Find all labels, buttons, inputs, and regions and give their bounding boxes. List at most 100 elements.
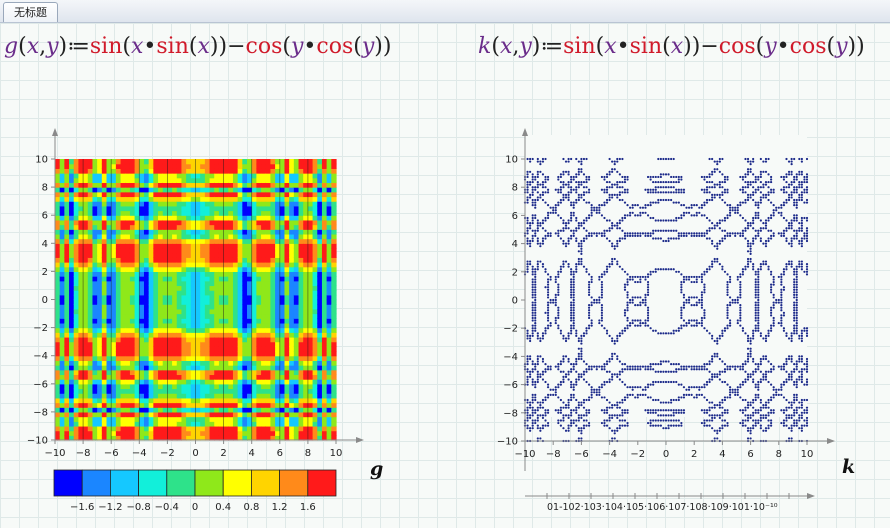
heatmap-cell <box>223 280 229 287</box>
heatmap-cell <box>326 388 332 394</box>
heatmap-cell <box>181 365 187 371</box>
heatmap-cell <box>176 304 183 310</box>
contour-dot <box>572 311 575 314</box>
contour-dot <box>613 257 616 261</box>
heatmap-cell <box>167 168 173 174</box>
contour-plot-k[interactable]: −10 −8 −6 −4 −2 0 2 4 6 8 101086420−2−4−6−8−1001-1… <box>470 105 870 515</box>
heatmap-cell <box>111 341 117 347</box>
heatmap-cell <box>92 201 98 207</box>
heatmap-cell <box>312 196 318 202</box>
contour-dot <box>539 375 542 379</box>
contour-dot <box>631 211 634 214</box>
heatmap-cell <box>101 397 108 404</box>
heatmap-cell <box>139 365 145 371</box>
contour-plot-g[interactable]: −10 −8 −6 −4 −2 0 2 4 6 8 101086420−2−4−6−8−10 −1.… <box>0 105 420 515</box>
heatmap-cell <box>251 416 257 422</box>
heatmap-cell <box>214 425 220 432</box>
heatmap-cell <box>101 411 108 418</box>
heatmap-cell <box>270 411 276 418</box>
heatmap-cell <box>55 360 61 366</box>
heatmap-cell <box>251 191 257 198</box>
heatmap-cell <box>284 369 290 376</box>
heatmap-cell <box>307 351 314 357</box>
heatmap-cell <box>200 360 206 366</box>
contour-dot <box>554 206 557 209</box>
heatmap-cell <box>298 397 304 404</box>
heatmap-cell <box>120 355 126 361</box>
contour-dot <box>536 268 539 271</box>
contour-dot <box>598 391 601 394</box>
contour-dot <box>529 157 532 161</box>
heatmap-cell <box>298 421 304 427</box>
contour-dot <box>629 234 632 238</box>
heatmap-cell <box>223 430 229 436</box>
contour-dot <box>526 221 529 225</box>
heatmap-cell <box>237 351 243 357</box>
y-tick-label: 4 <box>42 239 48 250</box>
contour-dot <box>526 260 529 263</box>
heatmap-cell <box>176 351 183 357</box>
heatmap-cell <box>186 224 192 230</box>
contour-dot <box>531 332 534 335</box>
document-tab[interactable]: 无标题 <box>3 2 58 22</box>
heatmap-cell <box>204 280 211 287</box>
heatmap-cell <box>176 369 183 376</box>
contour-dot <box>572 273 575 276</box>
heatmap-cell <box>265 294 272 301</box>
contour-dot <box>623 327 627 330</box>
heatmap-cell <box>64 308 70 315</box>
heatmap-cell <box>251 304 257 310</box>
heatmap-cell <box>143 313 150 319</box>
heatmap-cell <box>92 173 98 179</box>
heatmap-cell <box>59 163 65 169</box>
heatmap-cell <box>158 355 164 361</box>
heatmap-cell <box>172 201 178 207</box>
heatmap-cell <box>289 294 295 301</box>
heatmap-cell <box>115 238 122 244</box>
contour-dot <box>567 191 570 194</box>
heatmap-cell <box>153 243 159 249</box>
heatmap-cell <box>289 233 295 240</box>
heatmap-cell <box>321 416 328 422</box>
heatmap-cell <box>176 416 183 422</box>
contour-dot <box>626 421 629 425</box>
heatmap-cell <box>92 313 98 319</box>
heatmap-cell <box>129 163 136 169</box>
heatmap-cell <box>204 233 211 240</box>
heatmap-cell <box>331 388 337 394</box>
heatmap-cell <box>129 215 136 221</box>
contour-dot <box>562 196 565 199</box>
heatmap-cell <box>73 416 80 422</box>
heatmap-cell <box>55 182 61 188</box>
heatmap-cell <box>237 304 243 310</box>
heatmap-cell <box>331 177 337 184</box>
heatmap-cell <box>64 229 70 235</box>
heatmap-cell <box>261 215 267 221</box>
heatmap-cell <box>167 238 173 244</box>
heatmap-cell <box>307 388 314 394</box>
heatmap-cell <box>158 224 164 230</box>
heatmap-cell <box>111 397 117 404</box>
heatmap-cell <box>293 196 300 202</box>
heatmap-cell <box>284 210 290 216</box>
heatmap-cell <box>92 430 98 436</box>
contour-dot <box>575 329 578 332</box>
formula-g[interactable]: g(x,y)≔sin(x•sin(x))−cos(y•cos(y)) <box>4 34 391 59</box>
contour-dot <box>557 175 560 179</box>
heatmap-cell <box>265 187 272 193</box>
contour-dot <box>534 186 537 189</box>
heatmap-cell <box>186 177 192 184</box>
heatmap-cell <box>317 233 323 240</box>
heatmap-cell <box>101 421 108 427</box>
heatmap-cell <box>331 276 337 282</box>
formula-k[interactable]: k(x,y)≔sin(x•sin(x))−cos(y•cos(y)) <box>478 34 865 59</box>
heatmap-cell <box>139 336 145 343</box>
worksheet[interactable]: g(x,y)≔sin(x•sin(x))−cos(y•cos(y)) k(x,y… <box>0 23 890 528</box>
heatmap-cell <box>167 233 173 240</box>
heatmap-cell <box>139 224 145 230</box>
heatmap-cell <box>143 224 150 230</box>
contour-dot <box>536 332 539 335</box>
contour-dot <box>623 201 627 204</box>
heatmap-cell <box>111 266 117 272</box>
heatmap-cell <box>172 219 178 226</box>
